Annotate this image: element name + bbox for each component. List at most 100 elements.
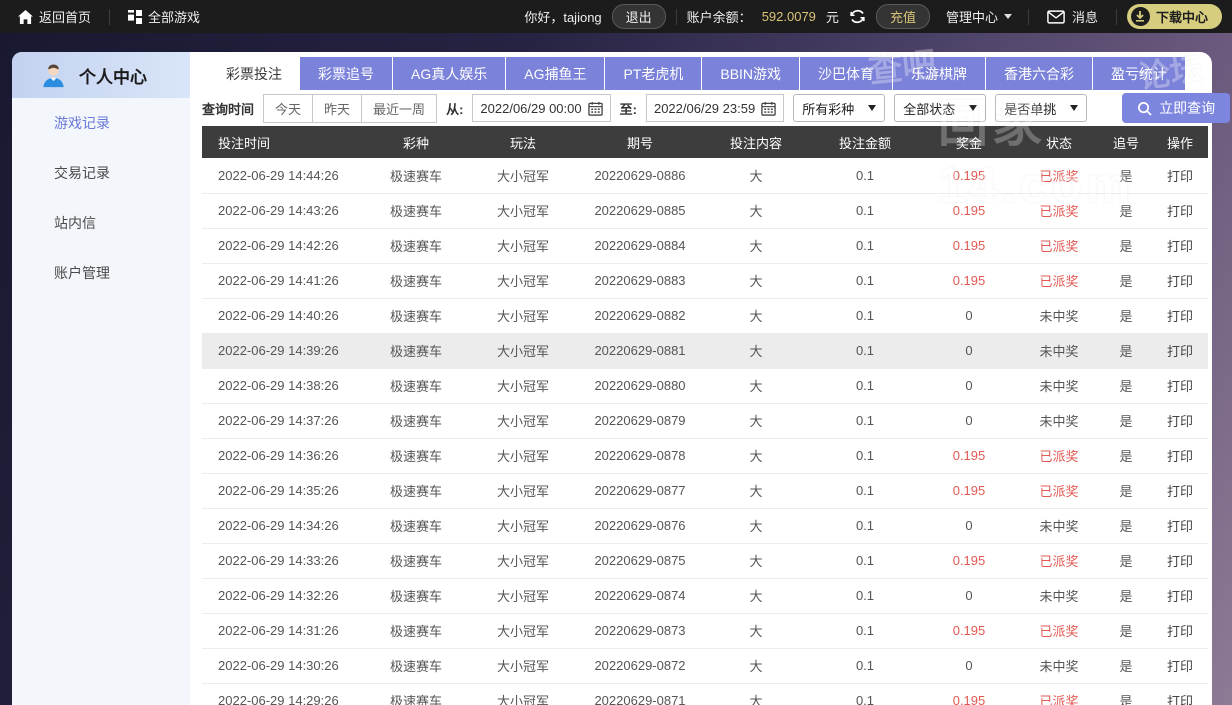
grid-icon xyxy=(128,9,143,24)
cell-chase: 是 xyxy=(1100,438,1152,474)
quick-range-group: 今天 昨天 最近一周 xyxy=(263,93,438,123)
single-bet-select[interactable]: 是否单挑 xyxy=(995,94,1088,122)
cell-prize: 0.195 xyxy=(920,613,1018,649)
cell-action[interactable]: 打印 xyxy=(1152,508,1208,544)
cell-action[interactable]: 打印 xyxy=(1152,438,1208,474)
cell-action[interactable]: 打印 xyxy=(1152,368,1208,404)
recharge-button[interactable]: 充值 xyxy=(875,4,930,29)
cell-chase: 是 xyxy=(1100,228,1152,264)
lottery-select[interactable]: 所有彩种 xyxy=(793,94,886,122)
cell-lottery: 极速赛车 xyxy=(364,333,468,369)
cell-action[interactable]: 打印 xyxy=(1152,473,1208,509)
calendar-icon[interactable] xyxy=(587,101,603,116)
table-row: 2022-06-29 14:32:26 极速赛车 大小冠军 20220629-0874… xyxy=(202,578,1208,614)
cell-time: 2022-06-29 14:35:26 xyxy=(202,473,364,509)
logout-button[interactable]: 退出 xyxy=(611,4,666,29)
date-to-input[interactable]: 2022/06/29 23:59 xyxy=(645,94,785,122)
cell-amount: 0.1 xyxy=(810,403,920,439)
cell-action[interactable]: 打印 xyxy=(1152,298,1208,334)
cell-play: 大小冠军 xyxy=(468,228,578,264)
cell-chase: 是 xyxy=(1100,508,1152,544)
messages-link[interactable]: 消息 xyxy=(1039,7,1106,26)
cell-content: 大 xyxy=(702,403,810,439)
cell-amount: 0.1 xyxy=(810,683,920,705)
cell-play: 大小冠军 xyxy=(468,403,578,439)
refresh-icon[interactable] xyxy=(849,8,866,25)
cell-lottery: 极速赛车 xyxy=(364,298,468,334)
cell-time: 2022-06-29 14:37:26 xyxy=(202,403,364,439)
all-games-link[interactable]: 全部游戏 xyxy=(110,0,218,33)
cell-action[interactable]: 打印 xyxy=(1152,158,1208,194)
cell-action[interactable]: 打印 xyxy=(1152,403,1208,439)
tab-6[interactable]: BBIN游戏 xyxy=(702,57,801,90)
cell-action[interactable]: 打印 xyxy=(1152,543,1208,579)
cell-action[interactable]: 打印 xyxy=(1152,683,1208,705)
tab-1[interactable]: 彩票投注 xyxy=(208,57,300,90)
cell-action[interactable]: 打印 xyxy=(1152,613,1208,649)
quick-range-button-3[interactable]: 最近一周 xyxy=(362,93,438,123)
cell-play: 大小冠军 xyxy=(468,473,578,509)
sidebar-nav: 游戏记录 交易记录 站内信 账户管理 xyxy=(12,98,190,298)
tab-4[interactable]: AG捕鱼王 xyxy=(506,57,606,90)
cell-time: 2022-06-29 14:41:26 xyxy=(202,263,364,299)
cell-amount: 0.1 xyxy=(810,368,920,404)
navbar-divider xyxy=(1027,8,1029,25)
cell-content: 大 xyxy=(702,508,810,544)
cell-action[interactable]: 打印 xyxy=(1152,228,1208,264)
tab-8[interactable]: 乐游棋牌 xyxy=(893,57,987,90)
cell-time: 2022-06-29 14:34:26 xyxy=(202,508,364,544)
quick-range-button-2[interactable]: 昨天 xyxy=(313,93,363,123)
to-label: 至: xyxy=(619,101,637,117)
tab-3[interactable]: AG真人娱乐 xyxy=(393,57,507,90)
cell-chase: 是 xyxy=(1100,683,1152,705)
sidebar-item-4[interactable]: 账户管理 xyxy=(12,248,190,298)
cell-content: 大 xyxy=(702,228,810,264)
tab-5[interactable]: PT老虎机 xyxy=(605,57,703,90)
cell-action[interactable]: 打印 xyxy=(1152,263,1208,299)
cell-status: 已派奖 xyxy=(1018,473,1100,509)
tab-2[interactable]: 彩票追号 xyxy=(300,57,393,90)
cell-time: 2022-06-29 14:43:26 xyxy=(202,193,364,229)
date-from-input[interactable]: 2022/06/29 00:00 xyxy=(472,94,611,122)
sidebar-item-1[interactable]: 游戏记录 xyxy=(12,98,190,148)
table-row: 2022-06-29 14:39:26 极速赛车 大小冠军 20220629-0881… xyxy=(202,333,1208,369)
cell-action[interactable]: 打印 xyxy=(1152,648,1208,684)
cell-status: 未中奖 xyxy=(1018,333,1100,369)
cell-content: 大 xyxy=(702,298,810,334)
search-button[interactable]: 立即查询 xyxy=(1122,93,1231,123)
sidebar-item-2[interactable]: 交易记录 xyxy=(12,148,190,198)
cell-action[interactable]: 打印 xyxy=(1152,333,1208,369)
tab-7[interactable]: 沙巴体育 xyxy=(800,57,894,90)
cell-play: 大小冠军 xyxy=(468,683,578,705)
cell-action[interactable]: 打印 xyxy=(1152,578,1208,614)
cell-action[interactable]: 打印 xyxy=(1152,193,1208,229)
main-panel: 彩票投注 彩票追号 AG真人娱乐 AG捕鱼王 PT老虎机 BBIN游戏 沙巴体育 乐游棋牌 香港… xyxy=(190,52,1231,705)
sidebar-item-3[interactable]: 站内信 xyxy=(12,198,190,248)
status-select[interactable]: 全部状态 xyxy=(894,94,987,122)
table-row: 2022-06-29 14:36:26 极速赛车 大小冠军 20220629-0878… xyxy=(202,438,1208,474)
cell-issue: 20220629-0873 xyxy=(578,613,702,649)
query-bar: 查询时间 今天 昨天 最近一周 从: 2022/06/29 00:00 至: 202… xyxy=(190,90,1231,126)
cell-lottery: 极速赛车 xyxy=(364,193,468,229)
calendar-icon[interactable] xyxy=(761,101,776,116)
from-label: 从: xyxy=(446,101,464,117)
cell-play: 大小冠军 xyxy=(468,298,578,334)
table-row: 2022-06-29 14:34:26 极速赛车 大小冠军 20220629-0876… xyxy=(202,508,1208,544)
cell-prize: 0.195 xyxy=(920,683,1018,705)
date-to-value: 2022/06/29 23:59 xyxy=(653,100,756,116)
cell-lottery: 极速赛车 xyxy=(364,508,468,544)
cell-play: 大小冠军 xyxy=(468,333,578,369)
home-link[interactable]: 返回首页 xyxy=(0,0,109,33)
quick-range-button-1[interactable]: 今天 xyxy=(263,93,314,123)
tab-10[interactable]: 盈亏统计 xyxy=(1093,57,1187,90)
download-center-button[interactable]: 下载中心 xyxy=(1126,4,1222,29)
management-dropdown[interactable]: 管理中心 xyxy=(940,7,1018,26)
cell-amount: 0.1 xyxy=(810,578,920,614)
tab-9[interactable]: 香港六合彩 xyxy=(986,57,1094,90)
cell-issue: 20220629-0886 xyxy=(578,158,702,194)
cell-time: 2022-06-29 14:30:26 xyxy=(202,648,364,684)
cell-content: 大 xyxy=(702,683,810,705)
messages-label: 消息 xyxy=(1071,10,1098,25)
cell-content: 大 xyxy=(702,193,810,229)
cell-play: 大小冠军 xyxy=(468,158,578,194)
